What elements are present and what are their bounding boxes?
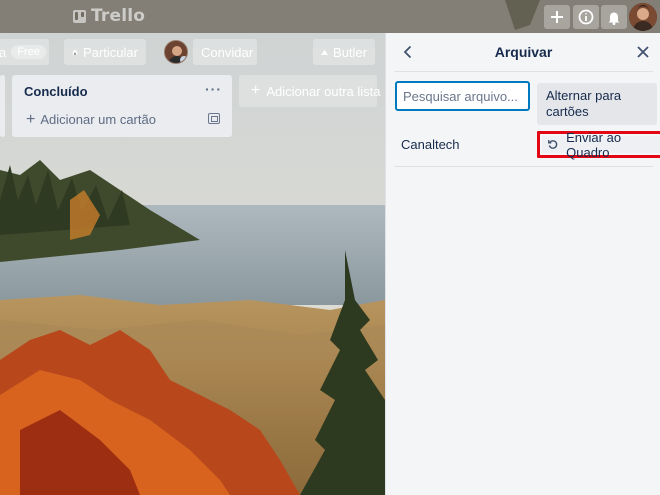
board-name-partial: a [0,44,7,60]
switch-to-cards-button[interactable]: Alternar para cartões [537,83,657,125]
add-card-label: Adicionar um cartão [40,112,156,127]
restore-icon [548,140,558,149]
plus-icon [551,11,563,23]
top-header: Trello [0,0,660,33]
info-icon [578,9,594,25]
panel-divider [394,71,653,72]
butler-icon [321,49,328,55]
trello-logo-text: Trello [91,6,146,26]
invite-button[interactable]: Convidar [193,39,257,65]
board-name-button[interactable]: a Free [0,39,49,65]
add-list-button[interactable]: + Adicionar outra lista [239,75,381,107]
plus-icon: + [26,110,36,128]
free-badge: Free [11,45,46,59]
user-avatar[interactable] [629,3,657,31]
visibility-label: Particular [83,44,138,60]
panel-title: Arquivar [494,44,553,60]
bell-icon [608,12,620,25]
send-to-board-button[interactable]: Enviar ao Quadro [542,130,660,160]
plus-icon: + [251,82,261,99]
list-title[interactable]: Concluído [24,84,88,99]
close-icon[interactable] [635,44,651,60]
card-template-icon[interactable] [208,113,220,124]
trello-logo[interactable]: Trello [73,6,145,26]
list-menu-button[interactable]: ··· [205,81,222,97]
butler-label: Butler [333,44,367,60]
restore-highlight-box: Enviar ao Quadro [537,130,660,160]
previous-list-edge [0,75,5,137]
archived-list-item: Canaltech Enviar ao Quadro [394,130,660,167]
board-header: a Free Particular Convidar Butler [0,33,385,73]
send-to-board-label: Enviar ao Quadro [566,129,622,160]
create-button[interactable] [544,5,570,29]
avatar-image [629,3,657,31]
info-button[interactable] [573,5,599,29]
lock-icon [72,49,78,55]
notifications-button[interactable] [601,5,627,29]
butler-button[interactable]: Butler [313,39,375,65]
visibility-button[interactable]: Particular [64,39,146,65]
panel-header: Arquivar [386,33,660,71]
archived-list-name: Canaltech [401,137,460,152]
add-card-button[interactable]: + Adicionar um cartão [26,110,156,128]
invite-label: Convidar [201,44,254,60]
archive-search-input[interactable] [395,81,530,111]
archive-panel: Arquivar Alternar para cartões Canaltech… [385,33,660,495]
trello-logo-icon [73,9,86,23]
list-concluido: Concluído ··· + Adicionar um cartão [12,75,232,137]
add-list-label: Adicionar outra lista [266,83,381,99]
member-avatar-image [165,41,187,63]
member-avatar[interactable] [164,40,188,64]
